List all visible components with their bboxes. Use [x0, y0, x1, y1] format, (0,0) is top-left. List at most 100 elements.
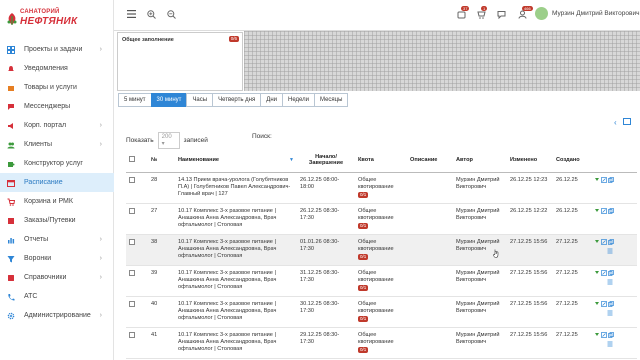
- copy-icon[interactable]: [608, 300, 614, 307]
- sidebar-item-10[interactable]: Отчеты ›: [0, 230, 114, 249]
- copy-icon[interactable]: [608, 207, 614, 214]
- chevron-right-icon: ›: [99, 255, 102, 262]
- col-created[interactable]: Создано: [553, 148, 591, 173]
- edit-icon[interactable]: [601, 176, 607, 183]
- table-row[interactable]: 38 10.17 Комплекс 3-х разовое питание | А…: [126, 234, 637, 266]
- tab-2[interactable]: Часы: [186, 93, 214, 107]
- download-icon[interactable]: [594, 270, 600, 276]
- col-quota[interactable]: Квота: [355, 148, 407, 173]
- edit-icon[interactable]: [601, 331, 607, 338]
- row-description: [407, 172, 453, 204]
- users-icon[interactable]: 466: [517, 6, 533, 19]
- sidebar-item-8[interactable]: Корзина и РМК: [0, 192, 114, 211]
- col-name[interactable]: Наименование ▼: [175, 148, 297, 173]
- copy-icon[interactable]: [608, 269, 614, 276]
- col-number[interactable]: №: [148, 148, 175, 173]
- row-checkbox[interactable]: [129, 207, 135, 214]
- sidebar-item-1[interactable]: Уведомления: [0, 59, 114, 78]
- list-icon[interactable]: [607, 248, 613, 254]
- col-time[interactable]: Начало/ Завершение: [297, 148, 355, 173]
- row-checkbox[interactable]: [129, 176, 135, 183]
- copy-icon[interactable]: [608, 331, 614, 338]
- report-icon: [6, 235, 15, 244]
- notifications-icon[interactable]: 37: [456, 6, 470, 19]
- sidebar-item-14[interactable]: Администрирование ›: [0, 306, 114, 325]
- zoom-out-icon[interactable]: [166, 9, 176, 19]
- list-icon[interactable]: [607, 341, 613, 347]
- edit-icon[interactable]: [601, 300, 607, 307]
- chevron-left-icon[interactable]: ‹: [614, 118, 617, 127]
- table-view-icon[interactable]: [623, 118, 631, 125]
- sidebar-item-7[interactable]: Расписание: [0, 173, 114, 192]
- zoom-in-icon[interactable]: [146, 9, 156, 19]
- user-menu[interactable]: Мурзин Дмитрий Викторович: [535, 7, 639, 20]
- tab-5[interactable]: Недели: [281, 93, 316, 107]
- notifications-badge: 37: [461, 6, 470, 11]
- row-checkbox[interactable]: [129, 269, 135, 276]
- download-icon[interactable]: [594, 208, 600, 214]
- page-size-select[interactable]: 200 ▾: [157, 132, 180, 149]
- table-header: № Наименование ▼ Начало/ Завершение Квот…: [126, 148, 637, 173]
- download-icon[interactable]: [594, 301, 600, 307]
- table-row[interactable]: 40 10.17 Комплекс 3-х разовое питание | А…: [126, 296, 637, 328]
- tab-0[interactable]: 5 минут: [118, 93, 152, 107]
- col-description[interactable]: Описание: [407, 148, 453, 173]
- tab-3[interactable]: Четверть дня: [212, 93, 262, 107]
- copy-icon[interactable]: [608, 176, 614, 183]
- messages-icon[interactable]: [496, 9, 506, 19]
- col-author[interactable]: Автор: [453, 148, 507, 173]
- edit-icon[interactable]: [601, 269, 607, 276]
- list-icon[interactable]: [607, 310, 613, 316]
- hamburger-menu-icon[interactable]: [126, 9, 136, 19]
- sidebar-item-6[interactable]: Конструктор услуг: [0, 154, 114, 173]
- table-row[interactable]: 28 14.13 Прием врача-уролога (Голубятнико…: [126, 172, 637, 204]
- copy-icon[interactable]: [608, 238, 614, 245]
- tab-1[interactable]: 30 минут: [150, 93, 188, 107]
- col-changed[interactable]: Изменено: [507, 148, 553, 173]
- list-icon[interactable]: [607, 279, 613, 285]
- sidebar-item-3[interactable]: Мессенджеры: [0, 97, 114, 116]
- schedule-table: № Наименование ▼ Начало/ Завершение Квот…: [126, 148, 637, 359]
- row-created: 26.12.25: [553, 203, 591, 235]
- sidebar-item-11[interactable]: Воронки ›: [0, 249, 114, 268]
- select-all-checkbox[interactable]: [129, 155, 135, 162]
- row-number: 41: [148, 327, 175, 359]
- row-author: Мурзин Дмитрий Викторович: [453, 265, 507, 297]
- download-icon[interactable]: [594, 177, 600, 183]
- sidebar-item-9[interactable]: Заказы/Путевки: [0, 211, 114, 230]
- sidebar-item-12[interactable]: Справочники ›: [0, 268, 114, 287]
- download-icon[interactable]: [594, 239, 600, 245]
- table-row[interactable]: 39 10.17 Комплекс 3-х разовое питание | А…: [126, 265, 637, 297]
- sidebar-item-0[interactable]: Проекты и задачи ›: [0, 40, 114, 59]
- tab-6[interactable]: Месяцы: [314, 93, 349, 107]
- row-checkbox[interactable]: [129, 331, 135, 338]
- sidebar-item-13[interactable]: АТС: [0, 287, 114, 306]
- sidebar-item-label: Уведомления: [24, 65, 68, 72]
- book-icon: [6, 273, 15, 282]
- logo[interactable]: САНАТОРИЙ НЕФТЯНИК: [6, 9, 106, 31]
- row-created: 27.12.25: [553, 265, 591, 297]
- row-checkbox[interactable]: [129, 300, 135, 307]
- cart-icon[interactable]: 1: [476, 6, 488, 19]
- row-select-cell: [126, 172, 148, 204]
- table-row[interactable]: 41 10.17 Комплекс 3-х разовое питание | А…: [126, 327, 637, 359]
- sidebar-item-label: Клиенты: [24, 141, 53, 148]
- avatar: [535, 7, 548, 20]
- fill-card[interactable]: Общее заполнение 0/6: [117, 32, 243, 91]
- row-created: 27.12.25: [553, 234, 591, 266]
- sidebar-item-2[interactable]: Товары и услуги: [0, 78, 114, 97]
- table-row[interactable]: 27 10.17 Комплекс 3-х разовое питание | А…: [126, 203, 637, 235]
- sidebar-item-label: Корзина и РМК: [24, 198, 73, 205]
- search-input[interactable]: [272, 130, 372, 141]
- sidebar-item-4[interactable]: Корп. портал ›: [0, 116, 114, 135]
- row-checkbox[interactable]: [129, 238, 135, 245]
- tab-4[interactable]: Дни: [260, 93, 283, 107]
- sidebar-item-5[interactable]: Клиенты ›: [0, 135, 114, 154]
- row-number: 39: [148, 265, 175, 297]
- search-control: Поиск:: [252, 130, 372, 141]
- edit-icon[interactable]: [601, 238, 607, 245]
- row-author: Мурзин Дмитрий Викторович: [453, 296, 507, 328]
- schedule-grid[interactable]: [244, 31, 640, 91]
- edit-icon[interactable]: [601, 207, 607, 214]
- download-icon[interactable]: [594, 332, 600, 338]
